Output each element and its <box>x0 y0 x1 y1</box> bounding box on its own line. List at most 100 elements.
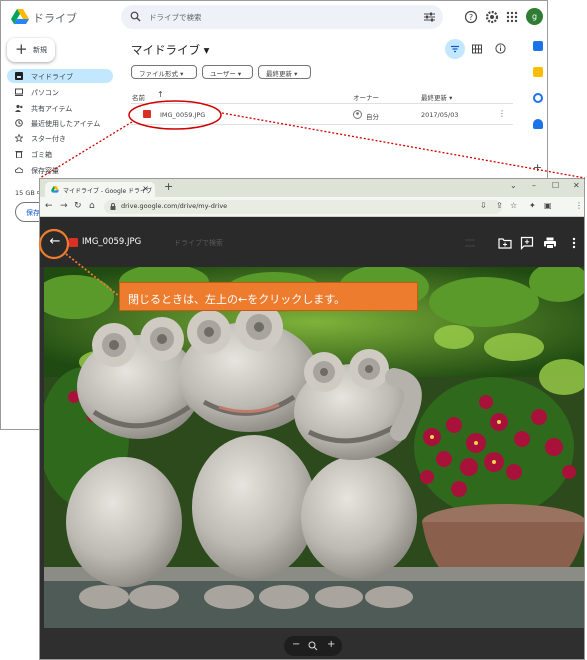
cloud-icon <box>15 167 23 173</box>
clock-icon <box>15 119 23 127</box>
tune-icon[interactable] <box>424 12 435 22</box>
tasks-icon[interactable] <box>533 93 543 103</box>
page-title[interactable]: マイドライブ ▾ <box>131 42 209 58</box>
zoom-controls: − + <box>284 636 342 656</box>
browser-menu-icon[interactable]: ⋮ <box>575 201 583 210</box>
new-button-label: 新規 <box>33 46 47 54</box>
trash-icon <box>15 151 23 158</box>
file-name[interactable]: IMG_0059.JPG <box>160 111 205 119</box>
screenshot-root: ドライブ ドライブで検索 ? g + 新規 マイドライブ パソコン 共有アイテム <box>0 0 587 660</box>
chip-label: ユーザー ▾ <box>210 70 242 78</box>
account-avatar[interactable]: g <box>526 8 543 25</box>
sidebar-item-computers[interactable]: パソコン <box>7 85 113 99</box>
keep-icon[interactable] <box>533 67 543 77</box>
settings-icon[interactable] <box>485 10 499 24</box>
calendar-icon[interactable] <box>533 41 543 51</box>
image-file-icon <box>143 110 151 118</box>
help-icon[interactable]: ? <box>464 10 478 24</box>
column-header-name[interactable]: 名前 <box>132 92 145 102</box>
home-icon[interactable]: ⌂ <box>89 201 95 211</box>
callout-text: 閉じるときは、左上の←をクリックします。 <box>128 293 346 306</box>
file-owner: 自分 <box>366 113 379 121</box>
maximize-icon[interactable]: ☐ <box>552 181 559 190</box>
add-addon-icon[interactable]: + <box>533 161 542 174</box>
filter-chip-people[interactable]: ユーザー ▾ <box>202 65 253 79</box>
new-tab-icon[interactable]: + <box>164 180 173 193</box>
sidebar-item-label: スター付き <box>31 135 66 143</box>
row-divider <box>131 124 513 125</box>
filter-chip-type[interactable]: ファイル形式 ▾ <box>131 65 197 79</box>
search-placeholder: ドライブで検索 <box>149 13 202 22</box>
header-divider <box>131 103 513 104</box>
info-icon[interactable] <box>495 43 506 54</box>
tab-title: マイドライブ - Google ドライブ <box>63 188 153 195</box>
column-header-modified[interactable]: 最終更新 ▾ <box>421 92 452 102</box>
reload-icon[interactable]: ↻ <box>74 201 82 211</box>
plus-icon: + <box>15 40 28 58</box>
sidebar-item-label: パソコン <box>31 89 59 97</box>
sidebar-item-trash[interactable]: ゴミ箱 <box>7 147 113 161</box>
chip-label: 最終更新 ▾ <box>266 70 298 78</box>
sidebar-item-starred[interactable]: スター付き <box>7 131 113 145</box>
contacts-icon[interactable] <box>533 119 543 129</box>
bookmark-star-icon[interactable]: ☆ <box>510 201 517 210</box>
extensions-icon[interactable]: ✦ <box>529 201 536 210</box>
install-icon[interactable]: ⇩ <box>480 201 487 210</box>
close-tab-icon[interactable]: × <box>142 184 149 193</box>
computer-icon <box>15 88 23 96</box>
apps-icon[interactable] <box>505 10 519 24</box>
close-window-icon[interactable]: ✕ <box>573 181 580 190</box>
drive-favicon-icon <box>51 186 59 193</box>
sidebar-item-my-drive[interactable]: マイドライブ <box>7 69 113 83</box>
drive-logo-icon <box>11 9 29 24</box>
zoom-in-icon[interactable]: + <box>327 639 335 650</box>
app-name: ドライブ <box>33 12 77 25</box>
browser-titlebar: マイドライブ - Google ドライブ × + ⌄ – ☐ ✕ <box>40 179 584 197</box>
browser-forward-icon[interactable]: → <box>60 201 68 211</box>
sidebar-item-shared[interactable]: 共有アイテム <box>7 101 113 115</box>
sidebar-item-label: ゴミ箱 <box>31 151 52 159</box>
owner-avatar-icon <box>353 110 362 119</box>
sort-arrow-icon[interactable]: ↑ <box>157 90 164 99</box>
back-arrow-icon[interactable]: ← <box>43 231 67 255</box>
url-text: drive.google.com/drive/my-drive <box>121 202 228 210</box>
more-actions-icon[interactable]: ⋮ <box>498 109 506 118</box>
my-drive-icon <box>15 72 23 80</box>
browser-back-icon[interactable]: ← <box>45 201 53 211</box>
new-button[interactable]: + 新規 <box>7 38 55 62</box>
browser-window: マイドライブ - Google ドライブ × + ⌄ – ☐ ✕ ← → ↻ ⌂… <box>39 178 585 660</box>
browser-toolbar: ← → ↻ ⌂ drive.google.com/drive/my-drive … <box>40 197 584 230</box>
side-panel-icon[interactable]: ▣ <box>544 201 552 210</box>
image-file-icon <box>69 238 78 247</box>
browser-tab[interactable]: マイドライブ - Google ドライブ × <box>45 182 155 197</box>
filter-toggle[interactable] <box>445 39 465 59</box>
viewer-search-bar[interactable]: ドライブで検索 <box>164 231 474 255</box>
more-icon[interactable] <box>567 236 581 250</box>
address-bar[interactable]: drive.google.com/drive/my-drive <box>104 200 502 214</box>
svg-text:?: ? <box>469 13 473 22</box>
frog-statues-photo <box>44 267 584 628</box>
sidebar-item-label: 最近使用したアイテム <box>31 120 101 128</box>
file-modified: 2017/05/03 <box>421 111 459 119</box>
sidebar-item-recent[interactable]: 最近使用したアイテム <box>7 116 113 130</box>
add-to-drive-icon[interactable] <box>498 236 512 250</box>
share-icon[interactable]: ⇪ <box>496 201 503 210</box>
drive-search-bar[interactable]: ドライブで検索 <box>121 5 443 29</box>
get-more-storage-label: 保存 <box>26 209 40 217</box>
filter-chip-modified[interactable]: 最終更新 ▾ <box>258 65 311 79</box>
comment-icon[interactable] <box>520 236 534 250</box>
chip-label: ファイル形式 ▾ <box>139 70 184 78</box>
grid-view-icon[interactable] <box>472 44 482 54</box>
zoom-out-icon[interactable]: − <box>292 639 300 650</box>
instruction-callout: 閉じるときは、左上の←をクリックします。 <box>119 282 418 311</box>
print-icon[interactable] <box>543 236 557 250</box>
minimize-icon[interactable]: – <box>532 181 536 190</box>
shared-icon <box>15 104 23 112</box>
column-header-owner[interactable]: オーナー <box>353 92 379 102</box>
sidebar-item-storage[interactable]: 保存容量 <box>7 163 113 177</box>
zoom-search-icon[interactable] <box>308 641 318 651</box>
star-icon <box>15 134 23 142</box>
chevron-down-icon[interactable]: ⌄ <box>510 181 517 190</box>
search-icon[interactable] <box>130 11 141 22</box>
tune-icon[interactable] <box>463 236 477 250</box>
